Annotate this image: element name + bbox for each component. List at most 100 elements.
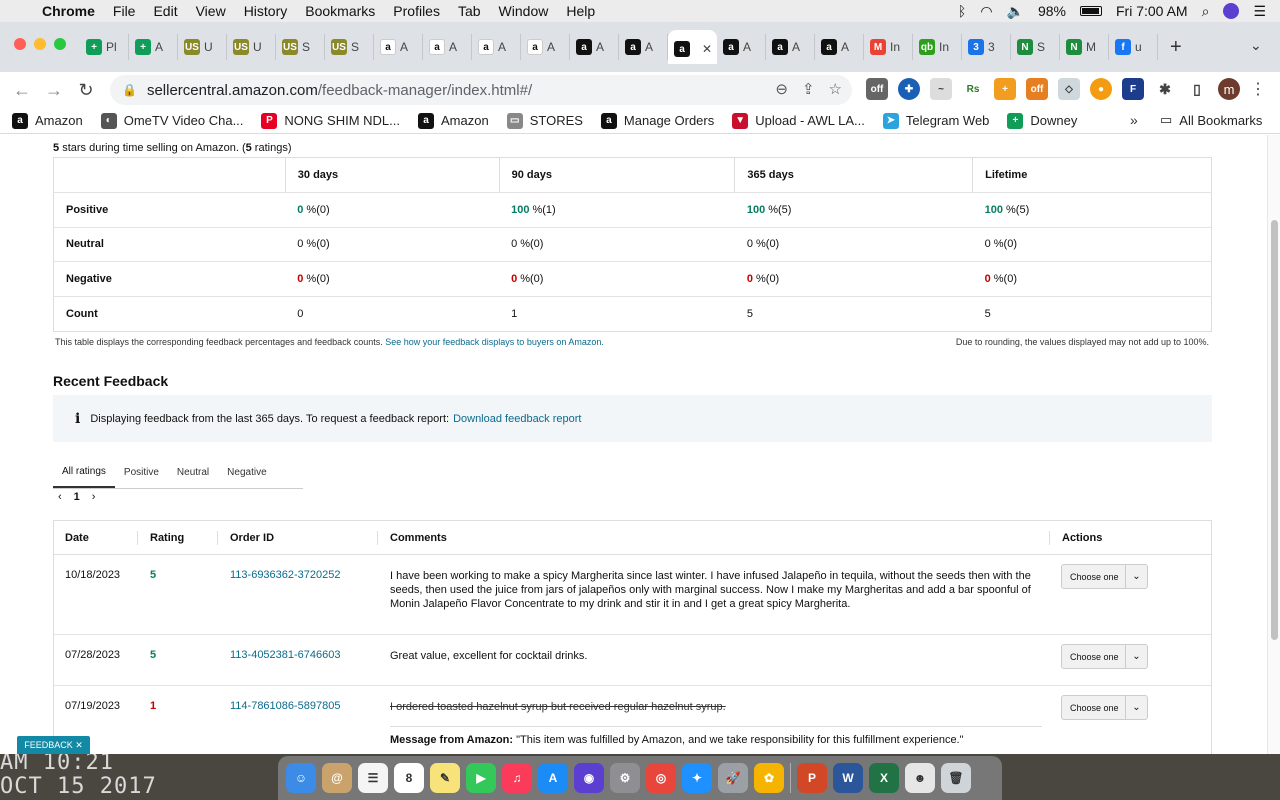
tab-active[interactable]: a ✕ xyxy=(668,30,717,64)
zoom-icon[interactable]: ⊖ xyxy=(775,80,788,98)
menu-view[interactable]: View xyxy=(187,3,235,19)
launchpad-dock-icon[interactable]: 🚀 xyxy=(718,763,748,793)
bookmark-item[interactable]: ◐ OmeTV Video Cha... xyxy=(100,112,243,129)
action-select[interactable]: Choose one ⌄ xyxy=(1061,695,1148,720)
chrome-dock-icon[interactable]: ◎ xyxy=(646,763,676,793)
tab[interactable]: + A xyxy=(129,34,178,60)
chevron-down-icon[interactable]: ⌄ xyxy=(1125,696,1147,719)
new-tab-button[interactable]: + xyxy=(1170,36,1182,59)
row-order-id-link[interactable]: 113-4052381-6746603 xyxy=(230,649,341,661)
tab[interactable]: 33 xyxy=(962,34,1011,60)
reload-button[interactable]: ↻ xyxy=(70,80,102,101)
minimize-window-button[interactable] xyxy=(34,38,46,50)
col-order-id[interactable]: Order ID xyxy=(230,532,274,544)
col-comments[interactable]: Comments xyxy=(390,532,447,544)
extension-off-icon[interactable]: off xyxy=(866,78,888,100)
extension-cube-icon[interactable]: ◇ xyxy=(1058,78,1080,100)
forward-button[interactable]: → xyxy=(38,80,70,101)
chevron-down-icon[interactable]: ⌄ xyxy=(1125,645,1147,668)
bookmark-item[interactable]: ▭ STORES xyxy=(506,112,583,129)
extension-f-icon[interactable]: F xyxy=(1122,78,1144,100)
lock-icon[interactable]: 🔒 xyxy=(122,83,137,97)
scrollbar-thumb[interactable] xyxy=(1271,220,1278,640)
back-button[interactable]: ← xyxy=(6,80,38,101)
tab[interactable]: aA xyxy=(619,34,668,60)
bookmark-item[interactable]: + Downey xyxy=(1007,112,1077,129)
extension-swirl-icon[interactable]: ~ xyxy=(930,78,952,100)
tab[interactable]: US S xyxy=(325,34,374,60)
tab[interactable]: aA xyxy=(374,34,423,60)
reminders-dock-icon[interactable]: ☰ xyxy=(358,763,388,793)
all-bookmarks-button[interactable]: ▭ All Bookmarks xyxy=(1160,112,1262,128)
tab[interactable]: US U xyxy=(178,34,227,60)
contacts-dock-icon[interactable]: @ xyxy=(322,763,352,793)
profile-avatar[interactable]: m xyxy=(1218,78,1240,100)
finder-dock-icon[interactable]: ☺ xyxy=(286,763,316,793)
tab-negative[interactable]: Negative xyxy=(218,457,275,488)
tab[interactable]: + Pl xyxy=(80,34,129,60)
side-panel-icon[interactable]: ▯ xyxy=(1186,78,1208,100)
tab[interactable]: aA xyxy=(570,34,619,60)
row-order-id-link[interactable]: 114-7861086-5897805 xyxy=(230,700,341,712)
col-actions[interactable]: Actions xyxy=(1062,532,1102,544)
tab[interactable]: NM xyxy=(1060,34,1109,60)
download-feedback-report-link[interactable]: Download feedback report xyxy=(453,413,581,425)
tab[interactable]: US S xyxy=(276,34,325,60)
next-page-chevron-icon[interactable]: › xyxy=(92,491,96,503)
menu-bookmarks[interactable]: Bookmarks xyxy=(296,3,384,19)
settings-dock-icon[interactable]: ⚙ xyxy=(610,763,640,793)
bookmark-item[interactable]: a Amazon xyxy=(12,112,83,129)
feedback-badge-button[interactable]: FEEDBACK ✕ xyxy=(17,736,90,754)
menu-window[interactable]: Window xyxy=(490,3,558,19)
menubar-clock[interactable]: Fri 7:00 AM xyxy=(1116,3,1188,19)
page-scrollbar[interactable] xyxy=(1267,135,1280,754)
chevron-down-icon[interactable]: ⌄ xyxy=(1125,565,1147,588)
col-date[interactable]: Date xyxy=(65,532,89,544)
siri-dock-icon[interactable]: ◉ xyxy=(574,763,604,793)
control-center-icon[interactable]: ☰ xyxy=(1253,3,1266,20)
extensions-puzzle-icon[interactable]: ✱ xyxy=(1154,78,1176,100)
tab[interactable]: aA xyxy=(423,34,472,60)
bookmark-item[interactable]: P NONG SHIM NDL... xyxy=(261,112,400,129)
tab[interactable]: qb In xyxy=(913,34,962,60)
facetime-dock-icon[interactable]: ▶ xyxy=(466,763,496,793)
bookmark-item[interactable]: a Manage Orders xyxy=(600,112,714,129)
battery-percent[interactable]: 98% xyxy=(1038,3,1066,19)
tab[interactable]: NS xyxy=(1011,34,1060,60)
close-tab-icon[interactable]: ✕ xyxy=(702,42,712,56)
address-bar[interactable]: 🔒 sellercentral.amazon.com/feedback-mana… xyxy=(110,75,852,105)
bookmark-item[interactable]: ➤ Telegram Web xyxy=(882,112,989,129)
action-select[interactable]: Choose one ⌄ xyxy=(1061,644,1148,669)
tab-search-chevron-icon[interactable]: ⌄ xyxy=(1250,37,1262,54)
tab[interactable]: aA xyxy=(472,34,521,60)
battery-icon[interactable] xyxy=(1080,6,1102,16)
close-window-button[interactable] xyxy=(14,38,26,50)
photos-dock-icon[interactable]: ✿ xyxy=(754,763,784,793)
action-select[interactable]: Choose one ⌄ xyxy=(1061,564,1148,589)
preview-dock-icon[interactable]: ☻ xyxy=(905,763,935,793)
calendar-dock-icon[interactable]: 8 xyxy=(394,763,424,793)
bookmark-item[interactable]: a Amazon xyxy=(418,112,489,129)
tab-positive[interactable]: Positive xyxy=(115,457,168,488)
safari-dock-icon[interactable]: ✦ xyxy=(682,763,712,793)
tab[interactable]: fu xyxy=(1109,34,1158,60)
menu-file[interactable]: File xyxy=(104,3,145,19)
tab[interactable]: aA xyxy=(766,34,815,60)
extension-orange-off-icon[interactable]: off xyxy=(1026,78,1048,100)
row-order-id-link[interactable]: 113-6936362-3720252 xyxy=(230,569,341,581)
excel-dock-icon[interactable]: X xyxy=(869,763,899,793)
notes-dock-icon[interactable]: ✎ xyxy=(430,763,460,793)
menu-help[interactable]: Help xyxy=(557,3,604,19)
extension-scout-icon[interactable]: + xyxy=(994,78,1016,100)
wifi-icon[interactable]: ◠ xyxy=(980,3,992,20)
menu-history[interactable]: History xyxy=(235,3,297,19)
tab[interactable]: aA xyxy=(717,34,766,60)
powerpoint-dock-icon[interactable]: P xyxy=(797,763,827,793)
tab-neutral[interactable]: Neutral xyxy=(168,457,218,488)
feedback-display-link[interactable]: See how your feedback displays to buyers… xyxy=(385,337,604,347)
bookmarks-overflow-icon[interactable]: » xyxy=(1130,112,1138,128)
prev-page-chevron-icon[interactable]: ‹ xyxy=(58,491,62,503)
tab[interactable]: aA xyxy=(521,34,570,60)
bluetooth-icon[interactable]: ᛒ xyxy=(958,3,966,19)
tab[interactable]: M In xyxy=(864,34,913,60)
